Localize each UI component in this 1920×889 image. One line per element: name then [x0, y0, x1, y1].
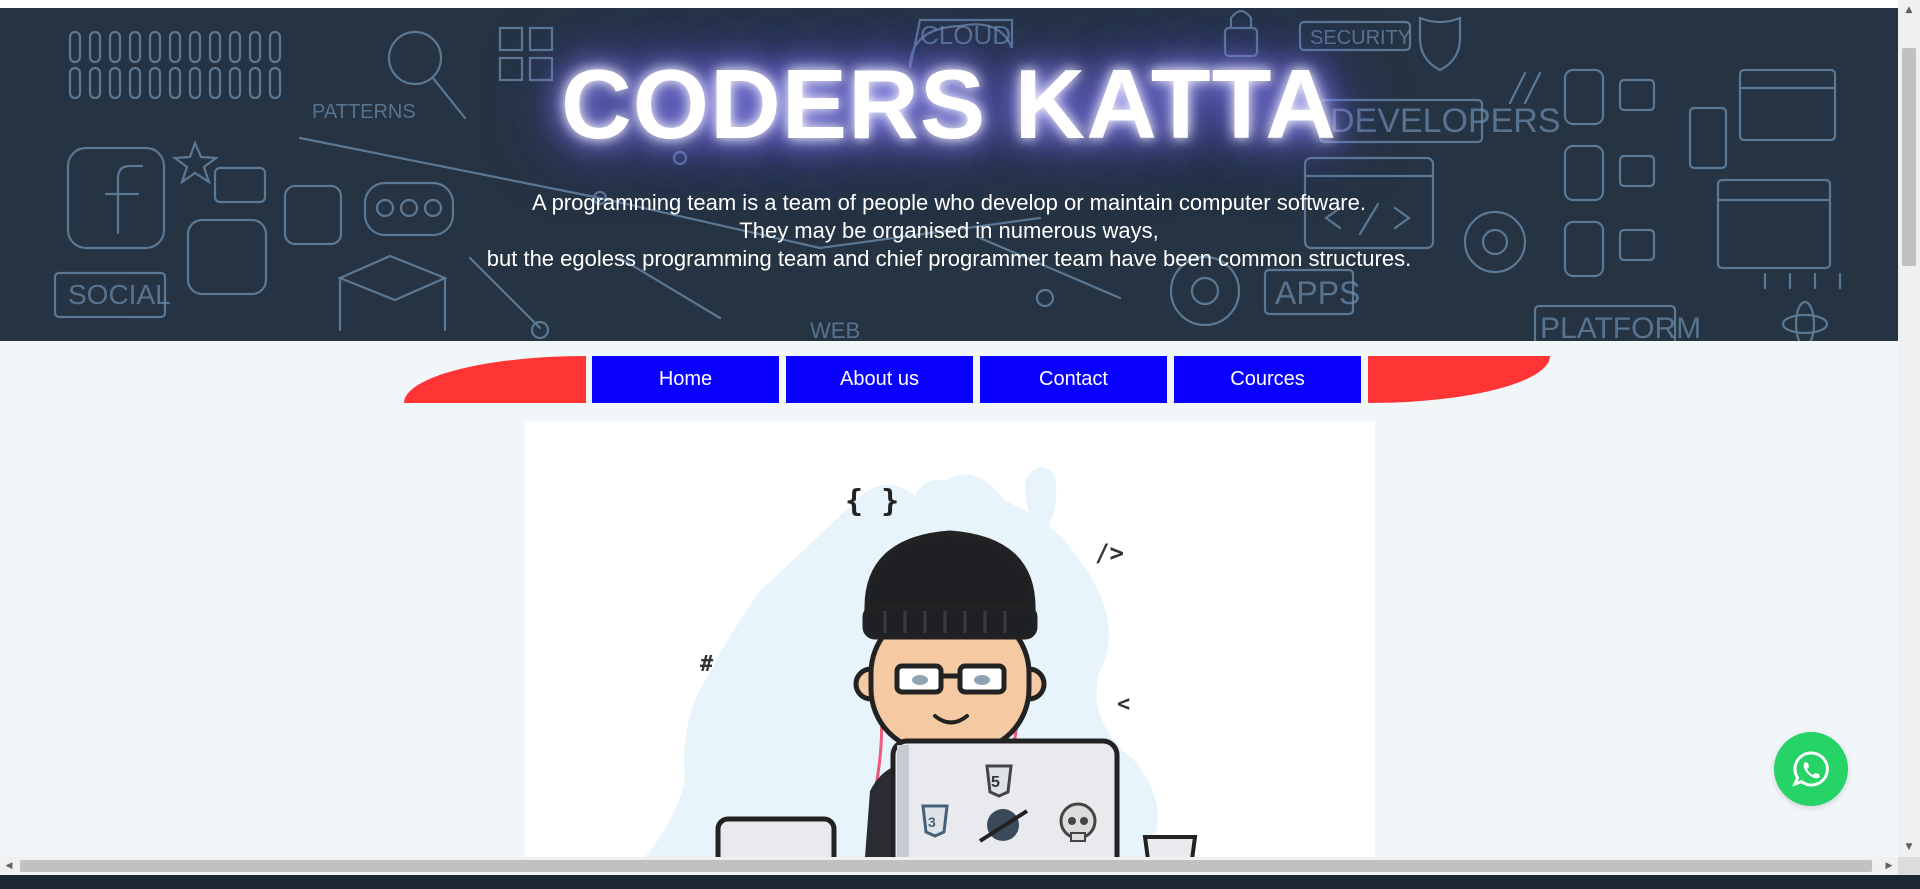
vertical-scrollbar[interactable]: ▲ ▼: [1898, 0, 1920, 857]
site-title: CODERS KATTA: [561, 49, 1337, 159]
doodle-word-apps: APPS: [1275, 275, 1360, 311]
glyph-braces: { }: [845, 484, 899, 519]
hero-banner: PATTERNS SOCIAL CLOUD SECURITY DEVELOPER…: [0, 8, 1898, 341]
scroll-up-arrow-icon[interactable]: ▲: [1898, 0, 1920, 20]
doodle-word-web: WEB: [810, 318, 860, 341]
hero-description-line: They may be organised in numerous ways,: [739, 218, 1159, 243]
doodle-word-social: SOCIAL: [68, 279, 171, 310]
whatsapp-chat-button[interactable]: [1774, 732, 1848, 806]
nav-contact-button[interactable]: Contact: [980, 356, 1167, 403]
programmer-illustration: { } /> # < 5 3: [645, 467, 1198, 857]
hero-illustration-card: { } /> # < 5 3: [525, 421, 1375, 857]
horizontal-scrollbar[interactable]: ◀ ▶: [0, 857, 1898, 875]
doodle-word-cloud: CLOUD: [920, 20, 1011, 50]
nav-decor-right: [1368, 356, 1550, 403]
horizontal-scroll-thumb[interactable]: [20, 860, 1872, 872]
glyph-lt: <: [1117, 692, 1130, 717]
doodle-word-security: SECURITY: [1310, 27, 1411, 49]
scrollbar-corner: [1898, 857, 1920, 875]
hero-description: A programming team is a team of people w…: [0, 189, 1898, 273]
glyph-hash: #: [700, 652, 714, 677]
css3-badge-text: 3: [928, 814, 936, 830]
hero-description-line: but the egoless programming team and chi…: [486, 246, 1412, 271]
scroll-down-arrow-icon[interactable]: ▼: [1898, 837, 1920, 857]
doodle-word-platform: PLATFORM: [1540, 312, 1701, 341]
glyph-slash-tag: />: [1095, 539, 1124, 567]
os-taskbar-strip: [0, 875, 1920, 889]
whatsapp-icon: [1792, 751, 1829, 787]
browser-top-strip: [0, 0, 1898, 8]
vertical-scroll-thumb[interactable]: [1902, 48, 1916, 266]
nav-decor-left: [404, 356, 586, 403]
html5-badge-text: 5: [991, 774, 1000, 791]
nav-about-button[interactable]: About us: [786, 356, 973, 403]
nav-courses-button[interactable]: Cources: [1174, 356, 1361, 403]
nav-home-button[interactable]: Home: [592, 356, 779, 403]
hero-description-line: A programming team is a team of people w…: [532, 190, 1366, 215]
scroll-left-arrow-icon[interactable]: ◀: [0, 857, 18, 875]
scroll-right-arrow-icon[interactable]: ▶: [1880, 857, 1898, 875]
